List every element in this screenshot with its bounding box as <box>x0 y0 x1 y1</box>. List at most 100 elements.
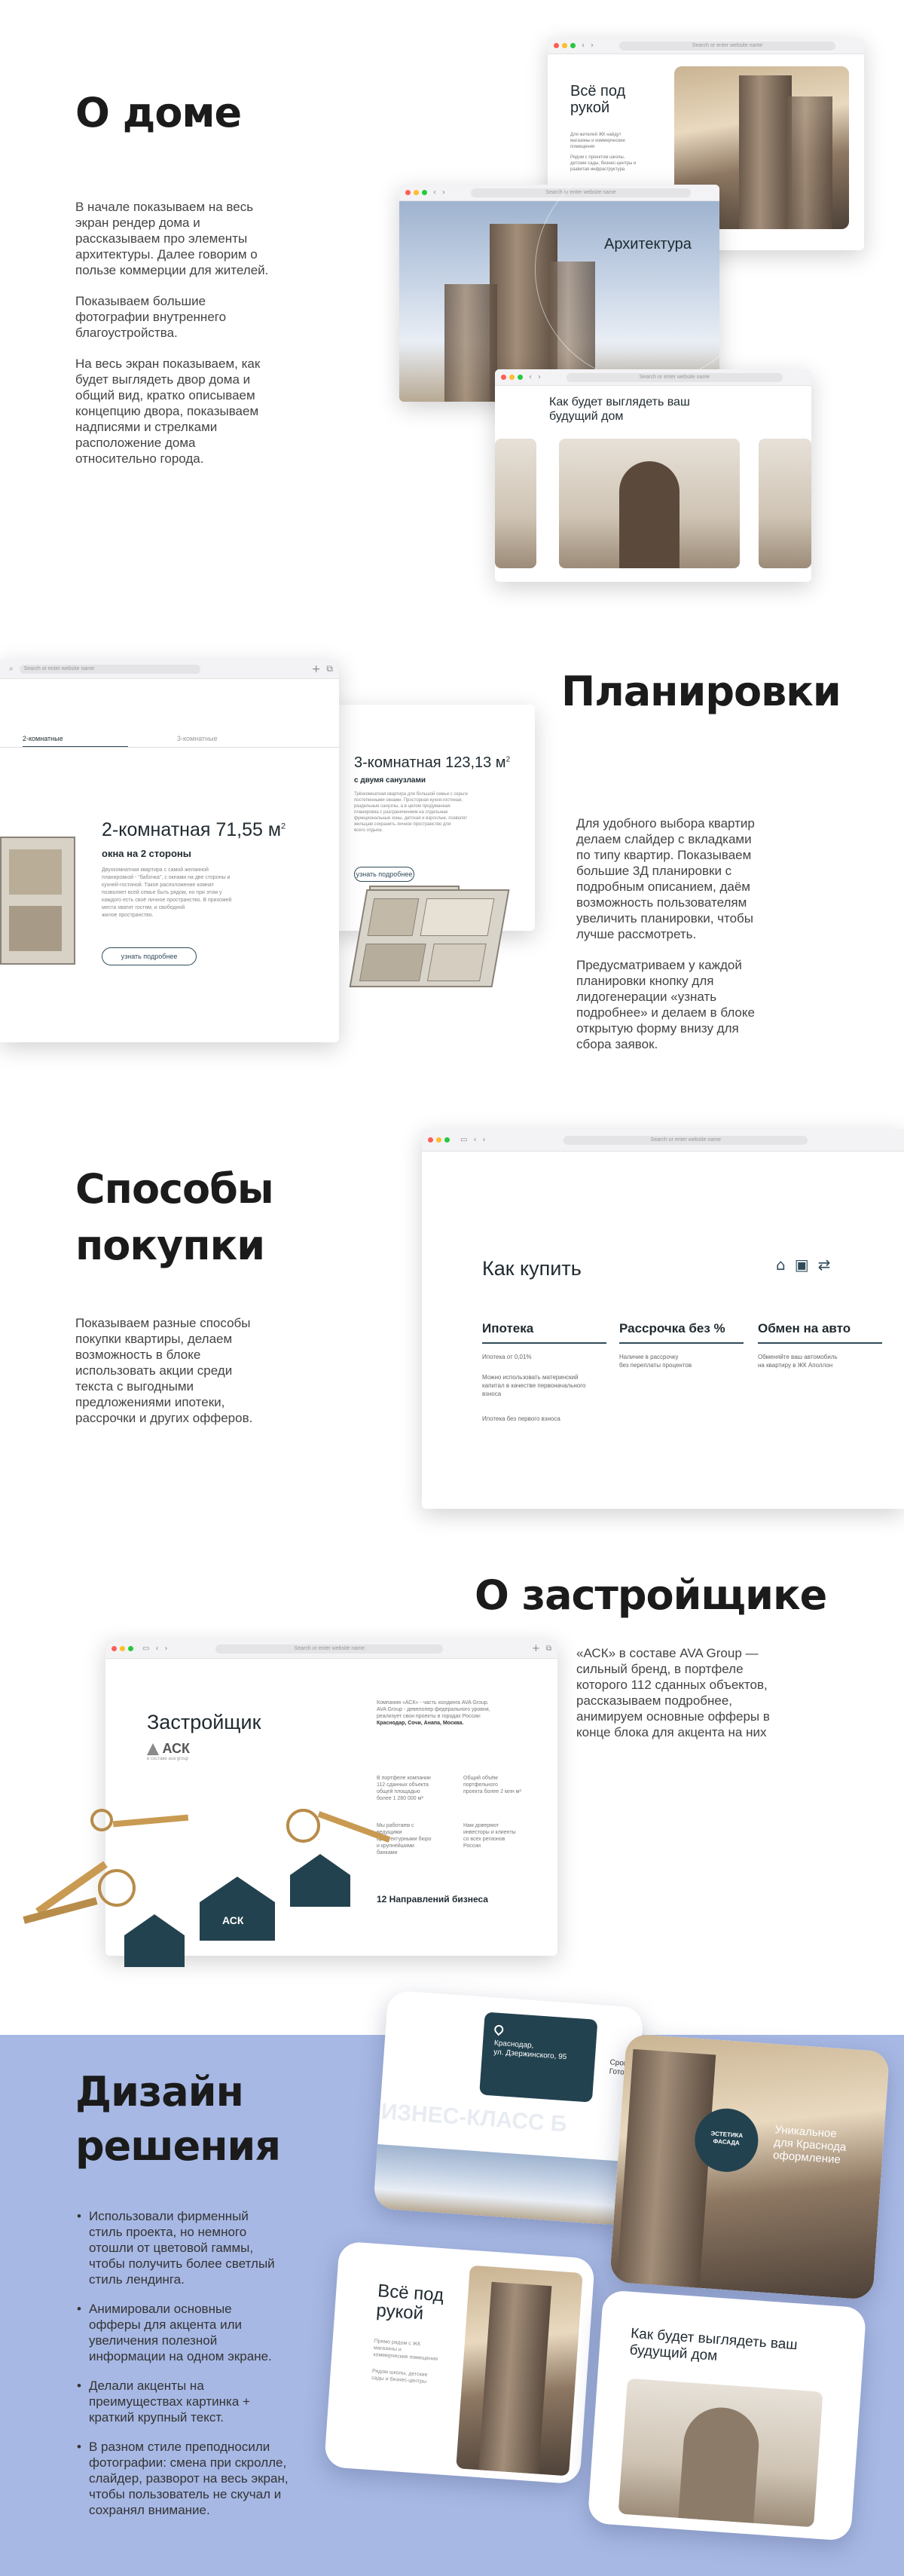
close-dot-icon[interactable] <box>501 375 506 380</box>
new-tab-icon[interactable]: + <box>312 663 321 675</box>
developer-stat-2: Общий объём портфельного проекта более 2… <box>463 1776 521 1794</box>
design-card-future-home: Как будет выглядеть ваш будущий дом <box>587 2290 867 2541</box>
purchase-text: Показываем разные способы покупки кварти… <box>75 1316 253 1425</box>
keychain-house-1 <box>124 1914 185 1967</box>
purchase-col-mortgage: Ипотека Ипотека от 0,01% Можно использов… <box>482 1321 606 1423</box>
purchase-title: Способы покупки <box>75 1165 274 1269</box>
tab-3room[interactable]: 3-комнатные <box>177 735 218 742</box>
lobby-photo-left <box>495 439 536 568</box>
maximize-dot-icon[interactable] <box>128 1646 133 1651</box>
forward-icon[interactable]: › <box>482 1136 485 1144</box>
class-watermark: БИЗНЕС-КЛАСС Б <box>373 2097 568 2137</box>
close-dot-icon[interactable] <box>554 43 559 48</box>
minimize-dot-icon[interactable] <box>120 1646 125 1651</box>
forward-icon[interactable]: › <box>538 373 541 381</box>
flat3-description: Трёхкомнатная квартира для большой семьи… <box>354 792 468 833</box>
back-icon[interactable]: ‹ <box>155 1644 158 1653</box>
wallet-icon: ▣ <box>794 1256 809 1274</box>
mortgage-title: Ипотека <box>482 1321 606 1344</box>
facade-text: Уникальное для Краснода оформление <box>772 2123 847 2167</box>
address-bar[interactable]: Search or enter website name <box>619 41 835 50</box>
about-house-paragraph-1: В начале показываем на весь экран рендер… <box>75 200 269 277</box>
design-bullet: Делали акценты на преимуществах картинка… <box>75 2378 331 2425</box>
address-bar[interactable]: Search or enter website name <box>563 1135 808 1145</box>
mortgage-item: Можно использовать материнский капитал в… <box>482 1374 586 1397</box>
flat2-more-button[interactable]: узнать подробнее <box>102 947 197 965</box>
amenities-text-2: Рядом с проектом школы, детские сады, би… <box>570 155 637 172</box>
design-bullet: Использовали фирменный стиль проекта, но… <box>75 2208 331 2287</box>
design-amenities-text-2: Рядом школы, детские сады и бизнес-центр… <box>371 2368 428 2385</box>
mortgage-item: Ипотека от 0,01% <box>482 1354 532 1360</box>
design-future-home-heading: Как будет выглядеть ваш будущий дом <box>629 2325 799 2364</box>
brand-name: АСК <box>162 1741 190 1756</box>
browser-mock-purchase: ▭ ‹ › Search or enter website name Как к… <box>422 1129 904 1509</box>
tradein-title: Обмен на авто <box>758 1321 882 1344</box>
sidebar-icon[interactable]: ▭ <box>142 1644 149 1653</box>
design-amenities-text: Прямо рядом с ЖК магазины и коммерческие… <box>373 2339 438 2362</box>
location-pin-icon <box>492 2023 505 2036</box>
maximize-dot-icon[interactable] <box>570 43 576 48</box>
new-tab-icon[interactable]: + <box>532 1643 540 1654</box>
minimize-dot-icon[interactable] <box>414 190 419 195</box>
design-amenities-heading: Всё под рукой <box>375 2281 444 2324</box>
keychain-label: АСК <box>222 1914 244 1926</box>
maximize-dot-icon[interactable] <box>444 1137 450 1143</box>
forward-icon[interactable]: › <box>442 188 445 197</box>
back-icon[interactable]: ‹ <box>473 1136 476 1144</box>
forward-icon[interactable]: › <box>164 1644 167 1653</box>
back-icon[interactable]: ‹ <box>582 41 585 50</box>
percent-house-icon: ⌂ <box>776 1256 786 1274</box>
minimize-dot-icon[interactable] <box>562 43 567 48</box>
facade-photo <box>609 2033 890 2300</box>
lobby-photo-right <box>759 439 811 568</box>
flat2-title-sup: 2 <box>281 821 286 831</box>
layouts-title: Планировки <box>561 668 841 715</box>
flat3-subtitle: с двумя санузлами <box>354 776 426 785</box>
flat3-more-button[interactable]: узнать подробнее <box>354 867 414 882</box>
forward-icon[interactable]: › <box>591 41 594 50</box>
minimize-dot-icon[interactable] <box>436 1137 441 1143</box>
sidebar-icon[interactable]: ▭ <box>460 1136 467 1144</box>
developer-heading: Застройщик <box>147 1711 261 1733</box>
design-title: Дизайн решения <box>75 2068 281 2170</box>
maximize-dot-icon[interactable] <box>518 375 523 380</box>
amenities-heading: Всё под рукой <box>570 83 626 116</box>
flat2-title-text: 2-комнатная 71,55 м <box>102 819 282 840</box>
browser-toolbar: ‹ › Search or enter website name <box>548 38 864 54</box>
flat2-description: Двухкомнатная квартира с самой желанной … <box>102 867 232 918</box>
tab-2room[interactable]: 2-комнатные <box>23 735 128 748</box>
address-bar[interactable]: Search or enter website name <box>567 372 783 382</box>
maximize-dot-icon[interactable] <box>422 190 427 195</box>
back-icon[interactable]: ‹ <box>529 373 532 381</box>
keychain-house-2 <box>200 1877 275 1941</box>
tabs-icon[interactable]: ⧉ <box>326 663 333 675</box>
developer-title: О застройщике <box>475 1571 827 1619</box>
developer-cities: Краснодар, Сочи, Анапа, Москва. <box>377 1721 464 1726</box>
flat2-subtitle: окна на 2 стороны <box>102 848 191 859</box>
ask-logo-icon <box>147 1742 159 1755</box>
browser-mock-future-home: ‹ › Search or enter website name Как буд… <box>495 369 811 582</box>
close-dot-icon[interactable] <box>428 1137 433 1143</box>
developer-logo: АСК в составе ava group <box>147 1741 190 1761</box>
back-icon[interactable]: ‹ <box>433 188 436 197</box>
browser-toolbar: ‹ › Search or enter website name <box>495 369 811 386</box>
address-bar[interactable]: Search or enter website name <box>19 664 200 674</box>
address-bar[interactable]: Search or enter website name <box>215 1644 443 1654</box>
close-dot-icon[interactable] <box>111 1646 117 1651</box>
purchase-heading: Как купить <box>482 1257 582 1280</box>
flat3-title-sup: 2 <box>505 755 511 764</box>
design-lobby-photo <box>618 2378 823 2528</box>
close-dot-icon[interactable] <box>405 190 411 195</box>
tabs-icon[interactable]: ⧉ <box>546 1644 551 1653</box>
design-card-location: Краснодар, ул. Дзержинского, 95 Срок сд … <box>373 1990 644 2226</box>
search-icon: ⌕ <box>9 665 14 673</box>
design-bullet: Анимировали основные офферы для акцента … <box>75 2301 331 2364</box>
design-card-facade: ЭСТЕТИКА ФАСАДА Уникальное для Краснода … <box>609 2033 890 2300</box>
minimize-dot-icon[interactable] <box>509 375 515 380</box>
architecture-heading: Архитектура <box>604 236 692 252</box>
browser-toolbar: ▭ ‹ › Search or enter website name <box>422 1129 904 1152</box>
floorplan-2room <box>0 837 75 965</box>
installment-title: Рассрочка без % <box>619 1321 744 1344</box>
design-bullets: Использовали фирменный стиль проекта, но… <box>75 2208 331 2532</box>
about-house-text: В начале показываем на весь экран рендер… <box>75 199 331 482</box>
